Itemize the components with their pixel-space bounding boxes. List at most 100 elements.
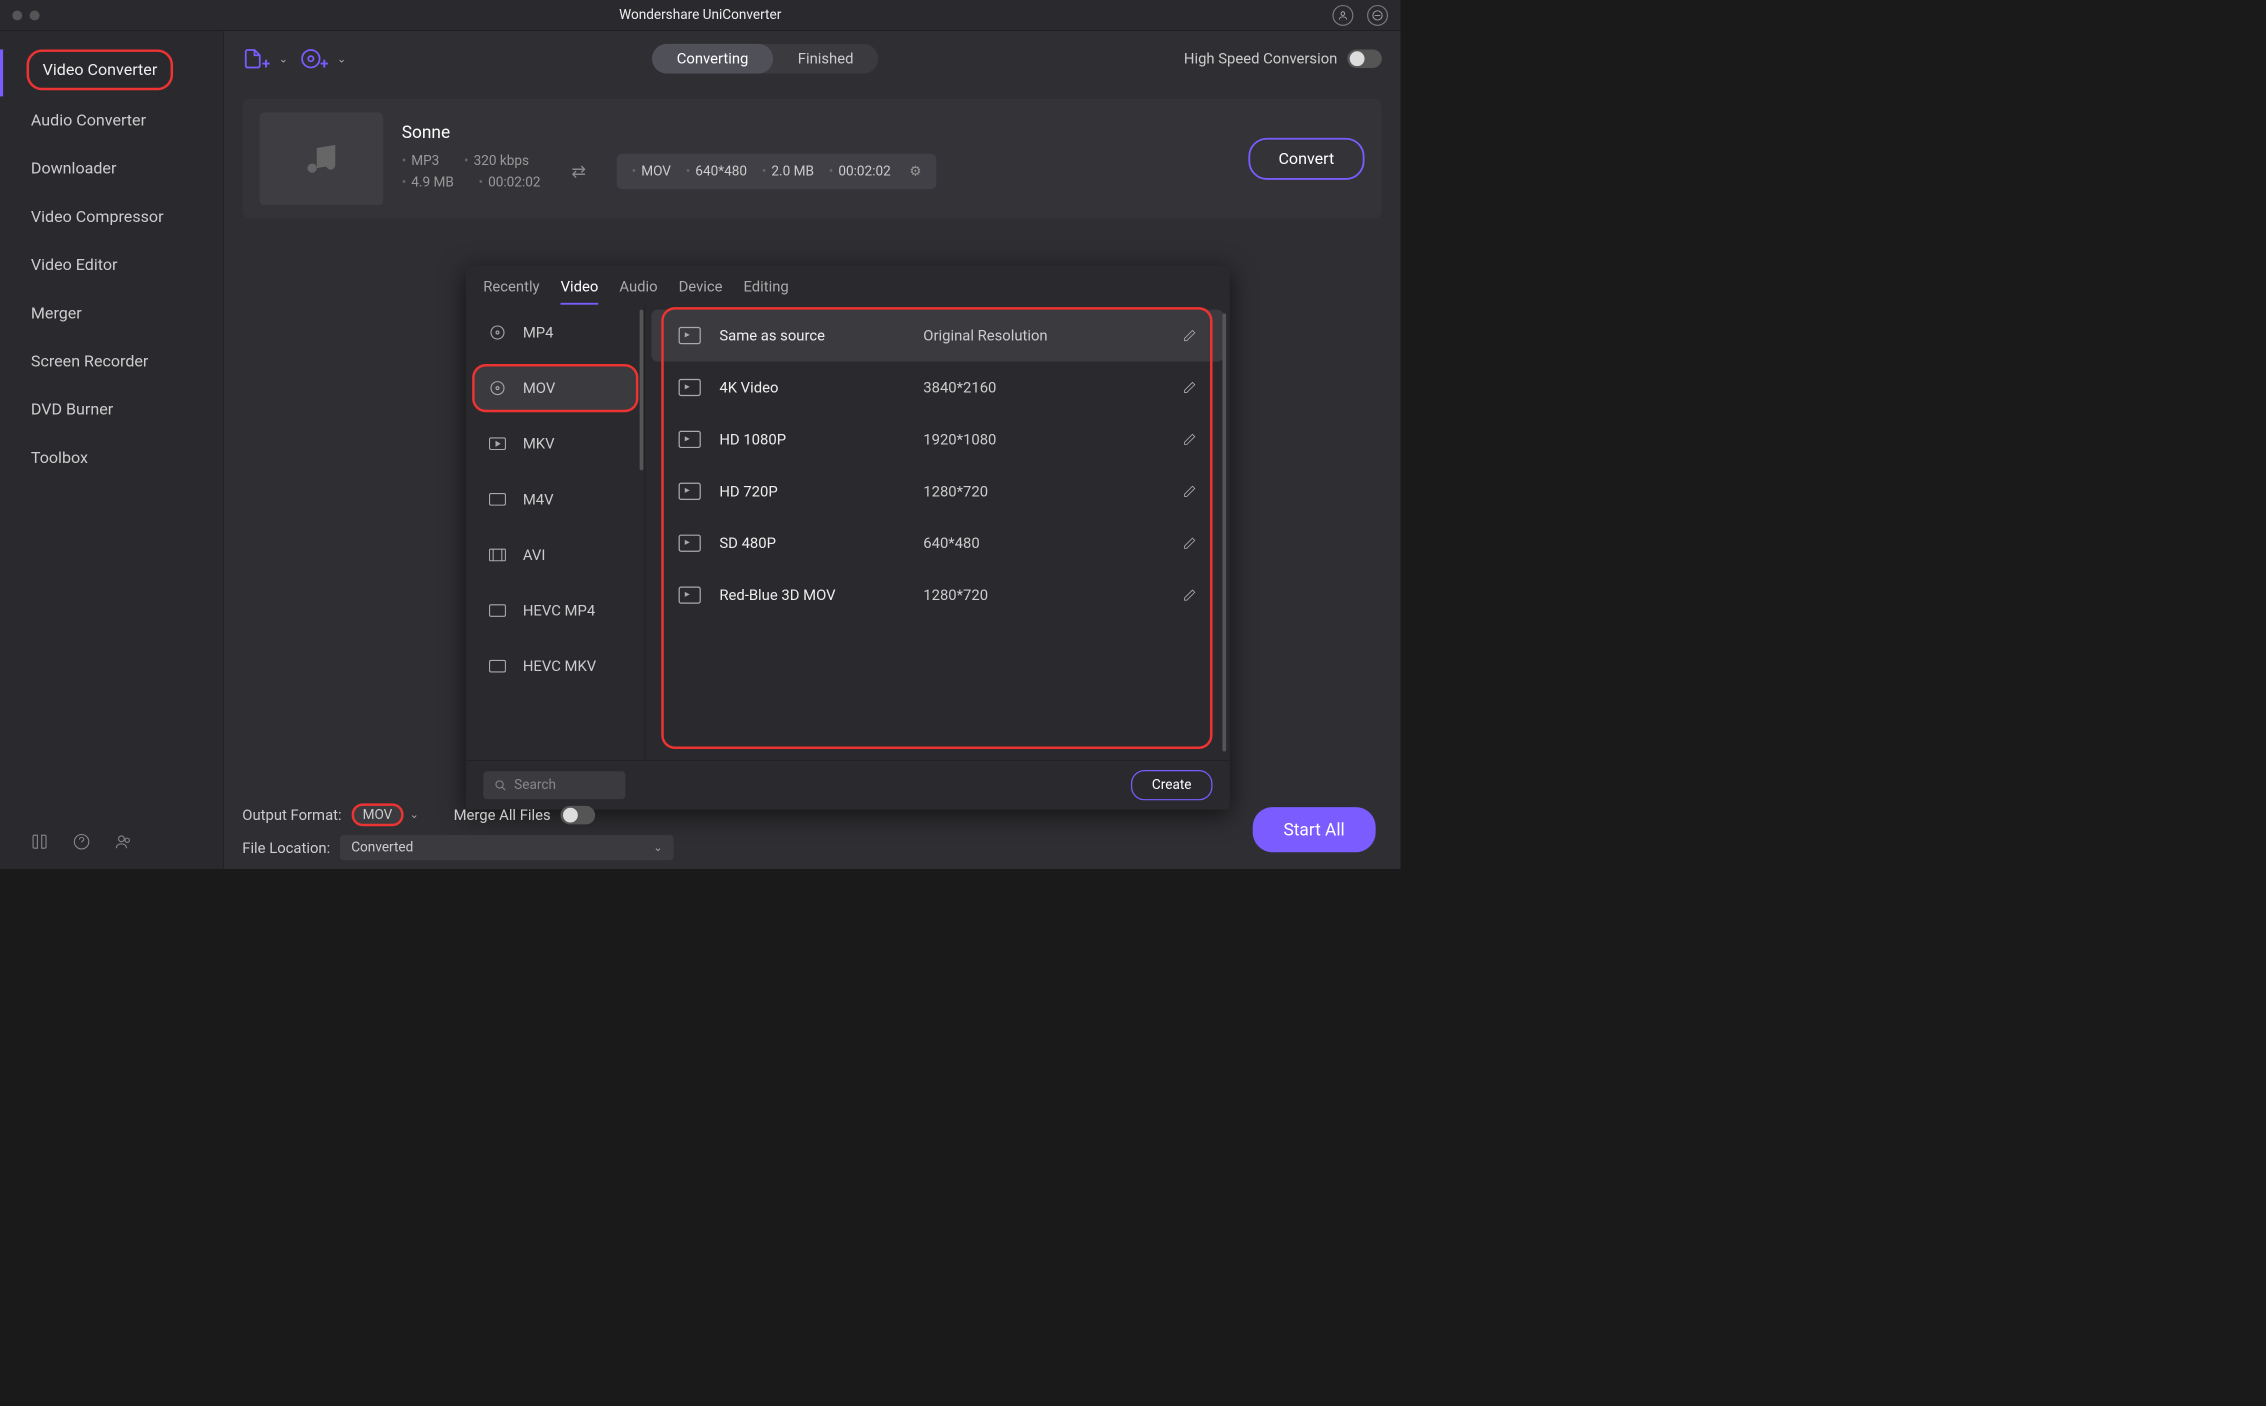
resolution-size: Original Resolution (923, 327, 1164, 344)
app-title: Wondershare UniConverter (619, 7, 781, 22)
scrollbar[interactable] (640, 310, 644, 471)
video-preset-icon (679, 586, 701, 603)
tab-finished[interactable]: Finished (773, 44, 878, 74)
sidebar-item-video-editor[interactable]: Video Editor (0, 241, 223, 289)
sidebar-item-video-converter[interactable]: Video Converter (0, 49, 223, 96)
dst-duration: 00:02:02 (829, 164, 891, 179)
file-thumbnail[interactable] (260, 112, 384, 205)
video-preset-icon (679, 431, 701, 448)
edit-icon[interactable] (1183, 588, 1197, 602)
edit-icon[interactable] (1183, 536, 1197, 550)
format-label: MKV (523, 435, 555, 452)
src-size: 4.9 MB (402, 175, 454, 190)
account-icon[interactable] (1332, 5, 1353, 26)
format-label: MP4 (523, 324, 554, 341)
resolution-name: 4K Video (719, 379, 904, 396)
file-name: Sonne (402, 121, 1230, 141)
add-dvd-button[interactable]: + ⌄ (300, 48, 346, 69)
resolution-item-4k[interactable]: 4K Video 3840*2160 (651, 362, 1223, 414)
format-label: AVI (523, 546, 546, 563)
start-all-button[interactable]: Start All (1253, 807, 1376, 852)
feedback-icon[interactable] (1367, 5, 1388, 26)
sidebar-item-dvd-burner[interactable]: DVD Burner (0, 386, 223, 434)
video-preset-icon (679, 483, 701, 500)
format-item-mov[interactable]: MOV (472, 364, 638, 412)
resolution-size: 640*480 (923, 535, 1164, 552)
hevc-icon (487, 600, 508, 621)
sidebar-item-screen-recorder[interactable]: Screen Recorder (0, 337, 223, 385)
minimize-window-icon[interactable] (30, 10, 40, 20)
video-preset-icon (679, 535, 701, 552)
resolution-item-same[interactable]: Same as source Original Resolution (651, 310, 1223, 362)
chevron-down-icon[interactable]: ⌄ (410, 808, 419, 821)
convert-button[interactable]: Convert (1248, 138, 1364, 180)
disc-icon (487, 378, 508, 399)
add-file-button[interactable]: + ⌄ (242, 48, 288, 69)
file-location-select[interactable]: Converted ⌄ (340, 835, 674, 860)
format-list[interactable]: MP4 MOV MKV M4V (466, 305, 645, 760)
file-location-value: Converted (351, 840, 413, 855)
tab-recently[interactable]: Recently (483, 278, 539, 305)
format-item-m4v[interactable]: M4V (466, 472, 645, 528)
output-format-label: Output Format: (242, 806, 341, 823)
resolution-item-480p[interactable]: SD 480P 640*480 (651, 517, 1223, 569)
format-item-avi[interactable]: AVI (466, 527, 645, 583)
tab-video[interactable]: Video (561, 278, 599, 305)
chevron-down-icon: ⌄ (279, 52, 288, 65)
file-location-label: File Location: (242, 839, 330, 856)
merge-label: Merge All Files (454, 806, 551, 823)
resolution-name: Same as source (719, 327, 904, 344)
output-format-value: MOV (363, 807, 393, 822)
format-popover: Recently Video Audio Device Editing MP4 (466, 266, 1230, 810)
src-format: MP3 (402, 153, 440, 168)
resolution-item-1080p[interactable]: HD 1080P 1920*1080 (651, 413, 1223, 465)
close-window-icon[interactable] (12, 10, 22, 20)
dst-format: MOV (632, 164, 671, 179)
resolution-panel: Same as source Original Resolution 4K Vi… (645, 305, 1230, 760)
edit-icon[interactable] (1183, 485, 1197, 499)
tab-audio[interactable]: Audio (619, 278, 657, 305)
sidebar-item-downloader[interactable]: Downloader (0, 145, 223, 193)
edit-icon[interactable] (1183, 433, 1197, 447)
src-bitrate: 320 kbps (464, 153, 529, 168)
sidebar-item-merger[interactable]: Merger (0, 289, 223, 337)
output-preview[interactable]: MOV 640*480 2.0 MB 00:02:02 ⚙ (617, 154, 937, 189)
gear-icon[interactable]: ⚙ (909, 164, 921, 179)
guide-icon[interactable] (31, 833, 48, 850)
resolution-item-720p[interactable]: HD 720P 1280*720 (651, 465, 1223, 517)
resolution-item-3d[interactable]: Red-Blue 3D MOV 1280*720 (651, 569, 1223, 621)
community-icon[interactable] (115, 833, 132, 850)
bottom-bar: Output Format: MOV ⌄ Merge All Files Fil… (224, 795, 1401, 869)
format-item-hevc-mp4[interactable]: HEVC MP4 (466, 583, 645, 639)
tab-editing[interactable]: Editing (744, 278, 789, 305)
resolution-size: 1280*720 (923, 586, 1164, 603)
sidebar-item-toolbox[interactable]: Toolbox (0, 434, 223, 482)
help-icon[interactable] (73, 833, 90, 850)
format-item-hevc-mkv[interactable]: HEVC MKV (466, 638, 645, 694)
scrollbar[interactable] (1222, 313, 1226, 751)
search-icon (494, 779, 506, 791)
resolution-size: 1920*1080 (923, 431, 1164, 448)
resolution-size: 1280*720 (923, 483, 1164, 500)
file-card: Sonne MP3 320 kbps 4.9 MB 00:02:02 (242, 99, 1382, 219)
output-format-select[interactable]: MOV (351, 803, 403, 826)
tab-converting[interactable]: Converting (652, 44, 773, 74)
format-item-mp4[interactable]: MP4 (466, 305, 645, 361)
format-item-mkv[interactable]: MKV (466, 416, 645, 472)
swap-icon: ⇄ (571, 161, 586, 181)
merge-toggle[interactable] (561, 806, 596, 825)
film-icon (487, 544, 508, 565)
edit-icon[interactable] (1183, 329, 1197, 343)
chevron-down-icon: ⌄ (653, 841, 662, 854)
titlebar: Wondershare UniConverter (0, 0, 1400, 31)
high-speed-label: High Speed Conversion (1184, 50, 1337, 67)
sidebar-item-audio-converter[interactable]: Audio Converter (0, 96, 223, 144)
resolution-name: HD 1080P (719, 431, 904, 448)
edit-icon[interactable] (1183, 381, 1197, 395)
window-controls[interactable] (12, 10, 39, 20)
src-duration: 00:02:02 (479, 175, 541, 190)
dst-size: 2.0 MB (762, 164, 814, 179)
sidebar-item-video-compressor[interactable]: Video Compressor (0, 193, 223, 241)
high-speed-toggle[interactable] (1347, 49, 1382, 68)
tab-device[interactable]: Device (679, 278, 723, 305)
